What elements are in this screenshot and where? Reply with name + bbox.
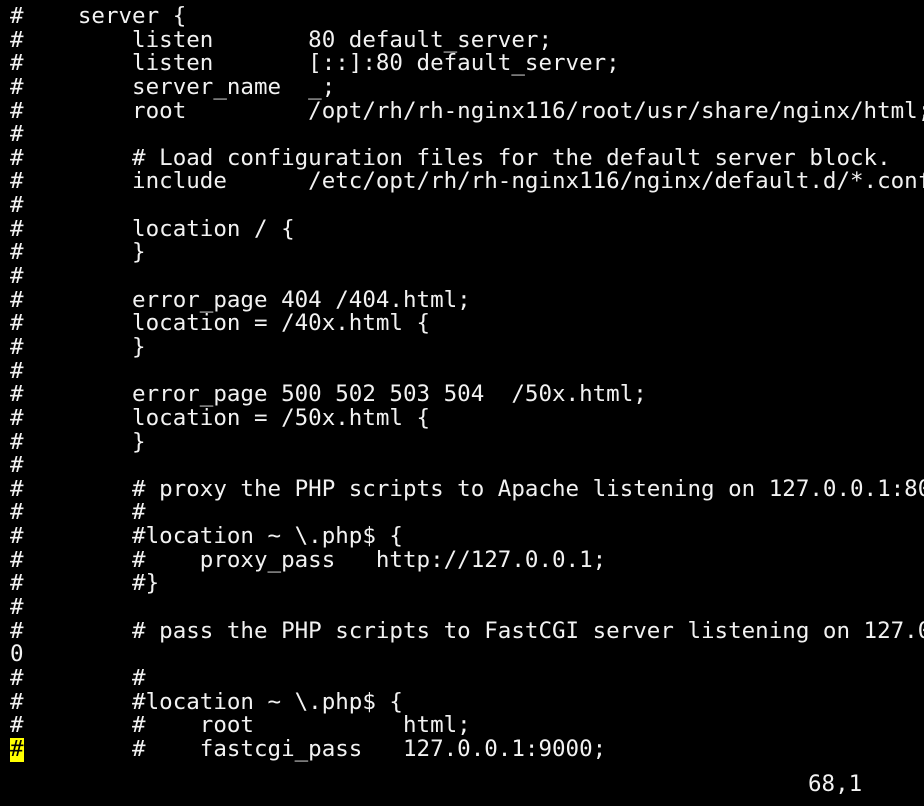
cursor-position-status: 68,1 <box>808 771 863 797</box>
gutter-char: # <box>10 688 24 715</box>
line-content: location = /50x.html { <box>23 404 431 431</box>
cursor-gutter-char: # <box>10 735 24 762</box>
editor-line[interactable]: # <box>10 454 924 478</box>
gutter-char: # <box>10 192 24 219</box>
gutter-char: # <box>10 617 24 644</box>
editor-line[interactable]: # # proxy_pass http://127.0.0.1; <box>10 546 924 573</box>
line-content: server { <box>23 3 187 29</box>
editor-line[interactable]: # # <box>10 664 924 691</box>
line-content: # root html; <box>23 712 471 739</box>
line-content: error_page 404 /404.html; <box>23 286 471 313</box>
gutter-char: # <box>10 121 24 148</box>
editor-line[interactable]: # include /etc/opt/rh/rh-nginx116/nginx/… <box>10 170 924 194</box>
editor-line[interactable]: # # proxy the PHP scripts to Apache list… <box>10 475 924 502</box>
editor-line[interactable]: # error_page 404 /404.html; <box>10 286 924 313</box>
gutter-char: # <box>10 570 24 597</box>
gutter-char: # <box>10 594 24 621</box>
gutter-char: # <box>10 3 24 29</box>
editor-line[interactable]: # server { <box>10 3 924 29</box>
editor-line[interactable]: # <box>10 594 924 621</box>
gutter-char: # <box>10 286 24 313</box>
line-content: } <box>23 428 146 455</box>
gutter-char: # <box>10 73 24 100</box>
gutter-char: # <box>10 452 24 479</box>
editor-line[interactable]: # } <box>10 428 924 455</box>
gutter-char: # <box>10 26 24 53</box>
line-content: listen 80 default_server; <box>23 26 552 53</box>
editor-line[interactable]: # root /opt/rh/rh-nginx116/root/usr/shar… <box>10 97 924 124</box>
gutter-char: # <box>10 475 24 502</box>
line-content: # proxy_pass http://127.0.0.1; <box>23 546 607 573</box>
editor-line[interactable]: # # Load configuration files for the def… <box>10 144 924 171</box>
line-content: #location ~ \.php$ { <box>23 688 403 715</box>
editor-line[interactable]: # <box>10 357 924 384</box>
gutter-char: # <box>10 215 24 242</box>
gutter-char: 0 <box>10 641 24 668</box>
editor-line[interactable]: # <box>10 123 924 147</box>
editor-line[interactable]: # #location ~ \.php$ { <box>10 688 924 715</box>
line-content: # Load configuration files for the defau… <box>23 144 891 171</box>
gutter-char: # <box>10 168 24 195</box>
line-content: # proxy the PHP scripts to Apache listen… <box>23 475 924 502</box>
editor-line[interactable]: # # fastcgi_pass 127.0.0.1:9000; <box>10 735 924 762</box>
editor-line[interactable]: # # pass the PHP scripts to FastCGI serv… <box>10 617 924 644</box>
gutter-char: # <box>10 333 24 360</box>
gutter-char: # <box>10 428 24 455</box>
editor-line[interactable]: 0 <box>10 643 924 667</box>
line-content: #} <box>23 570 160 597</box>
gutter-char: # <box>10 357 24 384</box>
gutter-char: # <box>10 310 24 337</box>
line-content: listen [::]:80 default_server; <box>23 50 620 77</box>
gutter-char: # <box>10 263 24 290</box>
line-content: error_page 500 502 503 504 /50x.html; <box>23 381 647 408</box>
gutter-char: # <box>10 712 24 739</box>
line-content: server_name _; <box>23 73 336 100</box>
editor-line[interactable]: # #location ~ \.php$ { <box>10 523 924 550</box>
gutter-char: # <box>10 144 24 171</box>
line-content: #location ~ \.php$ { <box>23 523 403 550</box>
line-content: # fastcgi_pass 127.0.0.1:9000; <box>23 735 607 762</box>
line-content: root /opt/rh/rh-nginx116/root/usr/share/… <box>23 97 924 124</box>
editor-line[interactable]: # location / { <box>10 215 924 242</box>
line-content: include /etc/opt/rh/rh-nginx116/nginx/de… <box>23 168 924 195</box>
editor-line[interactable]: # server_name _; <box>10 73 924 100</box>
editor-line[interactable]: # # <box>10 501 924 525</box>
line-content: } <box>23 239 146 266</box>
editor-line[interactable]: # <box>10 263 924 290</box>
editor-line[interactable]: # } <box>10 241 924 265</box>
gutter-char: # <box>10 404 24 431</box>
editor-line[interactable]: # } <box>10 333 924 360</box>
gutter-char: # <box>10 239 24 266</box>
line-content: # pass the PHP scripts to FastCGI server… <box>132 617 924 644</box>
gutter-char: # <box>10 664 24 691</box>
editor-line[interactable]: # #} <box>10 572 924 596</box>
editor-line[interactable]: # listen [::]:80 default_server; <box>10 50 924 77</box>
gutter-char: # <box>10 523 24 550</box>
editor-line[interactable]: # location = /40x.html { <box>10 312 924 336</box>
line-content: location / { <box>23 215 295 242</box>
gutter-char: # <box>10 381 24 408</box>
editor-line[interactable]: # # root html; <box>10 712 924 739</box>
gutter-char: # <box>10 499 24 526</box>
terminal-editor[interactable]: # server {# listen 80 default_server; # l… <box>10 3 924 762</box>
line-content: location = /40x.html { <box>23 310 431 337</box>
gutter-char: # <box>10 50 24 77</box>
editor-line[interactable]: # error_page 500 502 503 504 /50x.html; <box>10 381 924 408</box>
editor-line[interactable]: # location = /50x.html { <box>10 404 924 431</box>
editor-line[interactable]: # listen 80 default_server; <box>10 26 924 53</box>
editor-line[interactable]: # <box>10 192 924 219</box>
line-content: # <box>23 499 146 526</box>
line-content: } <box>23 333 146 360</box>
gutter-char: # <box>10 546 24 573</box>
gutter-char: # <box>10 97 24 124</box>
line-content: # <box>23 664 146 691</box>
